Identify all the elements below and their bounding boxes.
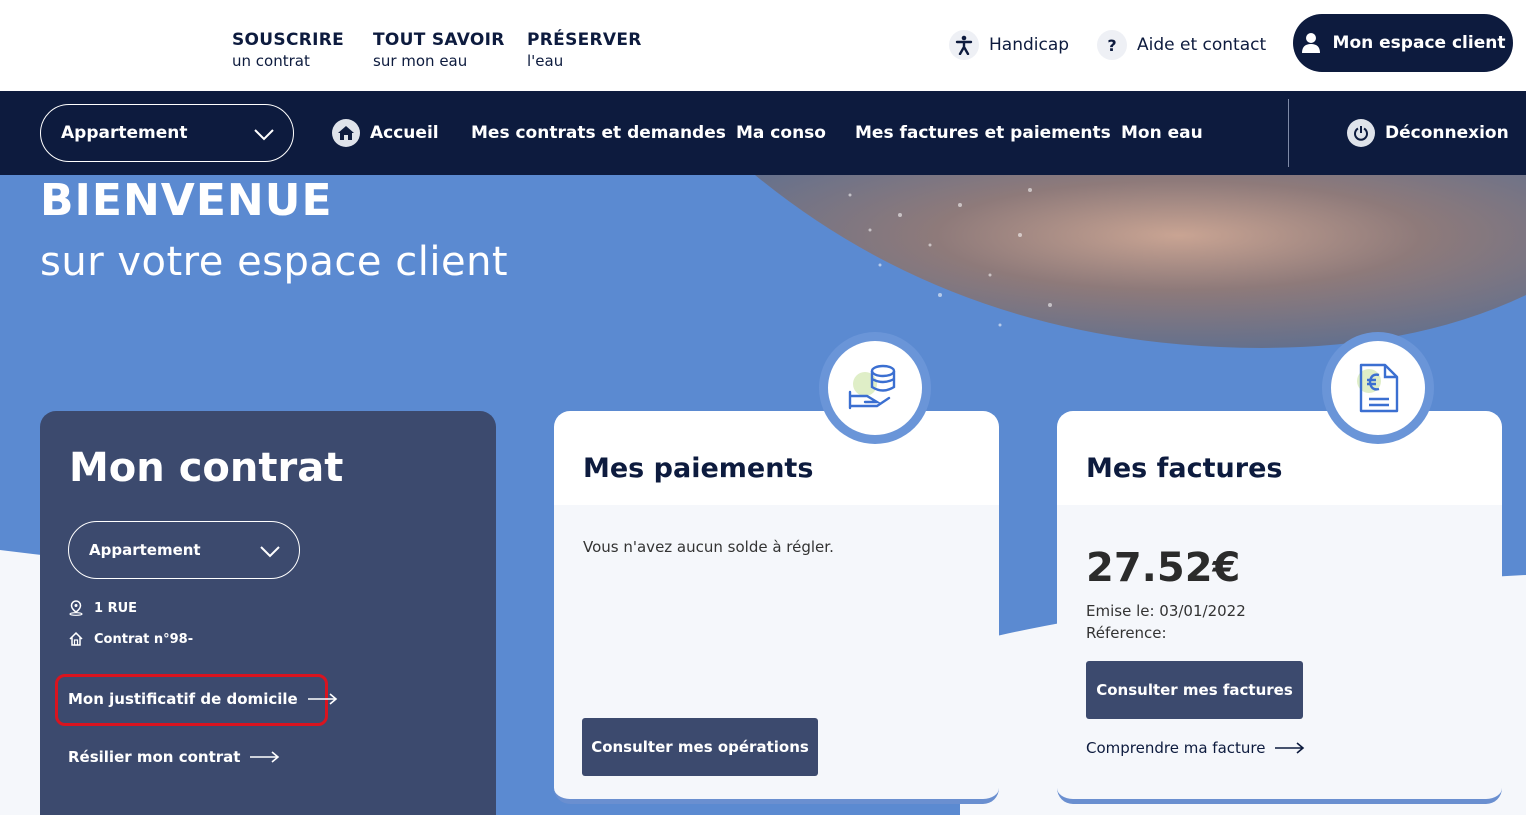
factures-icon-badge xyxy=(1322,332,1434,444)
tout-savoir-label: TOUT SAVOIR xyxy=(373,30,505,50)
accessibility-icon xyxy=(949,30,979,60)
nav-accueil-label: Accueil xyxy=(370,123,439,143)
justificatif-domicile-link[interactable]: Mon justificatif de domicile xyxy=(68,690,338,708)
arrow-right-icon xyxy=(307,693,337,705)
chevron-down-icon xyxy=(260,546,280,558)
contract-number-text: Contrat n°98- xyxy=(94,631,194,647)
souscrire-link[interactable]: SOUSCRIRE un contrat xyxy=(232,30,344,70)
preserver-sublabel: l'eau xyxy=(527,52,564,70)
nav-item-factures[interactable]: Mes factures et paiements xyxy=(855,123,1111,143)
souscrire-label: SOUSCRIRE xyxy=(232,30,345,50)
address-text: 1 RUE xyxy=(94,600,138,616)
nav-item-contrats[interactable]: Mes contrats et demandes xyxy=(471,123,726,143)
preserver-link[interactable]: PRÉSERVER l'eau xyxy=(527,30,642,70)
resilier-contrat-link[interactable]: Résilier mon contrat xyxy=(68,748,280,766)
handicap-label: Handicap xyxy=(989,35,1070,55)
logout-button[interactable]: Déconnexion xyxy=(1347,119,1509,147)
contrat-title: Mon contrat xyxy=(69,445,344,491)
coins-hand-icon xyxy=(848,364,896,410)
home-icon xyxy=(332,119,360,147)
contrat-select-value: Appartement xyxy=(89,541,201,559)
factures-card: Mes factures 27.52€ Emise le: 03/01/2022… xyxy=(1057,411,1502,804)
paiements-icon-badge xyxy=(819,332,931,444)
top-bar: SOUSCRIRE un contrat TOUT SAVOIR sur mon… xyxy=(0,0,1526,91)
power-icon xyxy=(1347,119,1375,147)
tout-savoir-sublabel: sur mon eau xyxy=(373,52,468,70)
paiements-card: Mes paiements Vous n'avez aucun solde à … xyxy=(554,411,999,804)
house-icon xyxy=(69,631,83,646)
mon-espace-client-label: Mon espace client xyxy=(1332,33,1506,53)
factures-title: Mes factures xyxy=(1086,453,1283,484)
hero-title: BIENVENUE xyxy=(40,175,333,226)
user-icon xyxy=(1301,33,1320,53)
souscrire-sublabel: un contrat xyxy=(232,52,310,70)
resilier-label: Résilier mon contrat xyxy=(68,748,241,766)
comprendre-facture-link[interactable]: Comprendre ma facture xyxy=(1086,739,1305,757)
handicap-link[interactable]: Handicap xyxy=(949,30,1069,60)
nav-select-value: Appartement xyxy=(61,123,188,143)
main-nav: Appartement Accueil Mes contrats et dema… xyxy=(0,91,1526,175)
nav-item-mon-eau[interactable]: Mon eau xyxy=(1121,123,1203,143)
paiements-message: Vous n'avez aucun solde à régler. xyxy=(583,538,834,556)
contract-number-line: Contrat n°98- xyxy=(68,631,193,647)
preserver-label: PRÉSERVER xyxy=(527,30,642,50)
contrat-card: Mon contrat Appartement 1 RUE Contrat n°… xyxy=(40,411,496,815)
chevron-down-icon xyxy=(254,129,274,141)
aide-contact-link[interactable]: ? Aide et contact xyxy=(1097,30,1266,60)
address-line: 1 RUE xyxy=(68,600,137,616)
invoice-euro-icon xyxy=(1357,363,1399,413)
facture-amount: 27.52€ xyxy=(1086,545,1241,591)
comprendre-facture-label: Comprendre ma facture xyxy=(1086,739,1266,757)
tout-savoir-link[interactable]: TOUT SAVOIR sur mon eau xyxy=(373,30,505,70)
nav-item-accueil[interactable]: Accueil xyxy=(332,119,439,147)
logout-label: Déconnexion xyxy=(1385,123,1509,143)
arrow-right-icon xyxy=(250,751,280,763)
consulter-factures-button[interactable]: Consulter mes factures xyxy=(1086,661,1303,719)
location-pin-icon xyxy=(69,600,83,616)
paiements-title: Mes paiements xyxy=(583,453,814,484)
mon-espace-client-button[interactable]: Mon espace client xyxy=(1293,14,1513,72)
help-icon: ? xyxy=(1097,30,1127,60)
contrat-select[interactable]: Appartement xyxy=(68,521,300,579)
facture-reference: Réference: xyxy=(1086,624,1167,642)
nav-contract-select[interactable]: Appartement xyxy=(40,104,294,162)
hero-subtitle: sur votre espace client xyxy=(40,239,509,285)
arrow-right-icon xyxy=(1275,742,1305,754)
nav-divider xyxy=(1288,99,1289,167)
consulter-operations-button[interactable]: Consulter mes opérations xyxy=(582,718,818,776)
facture-emise-date: Emise le: 03/01/2022 xyxy=(1086,602,1246,620)
nav-item-conso[interactable]: Ma conso xyxy=(736,123,826,143)
justificatif-label: Mon justificatif de domicile xyxy=(68,690,298,708)
aide-contact-label: Aide et contact xyxy=(1137,35,1267,55)
